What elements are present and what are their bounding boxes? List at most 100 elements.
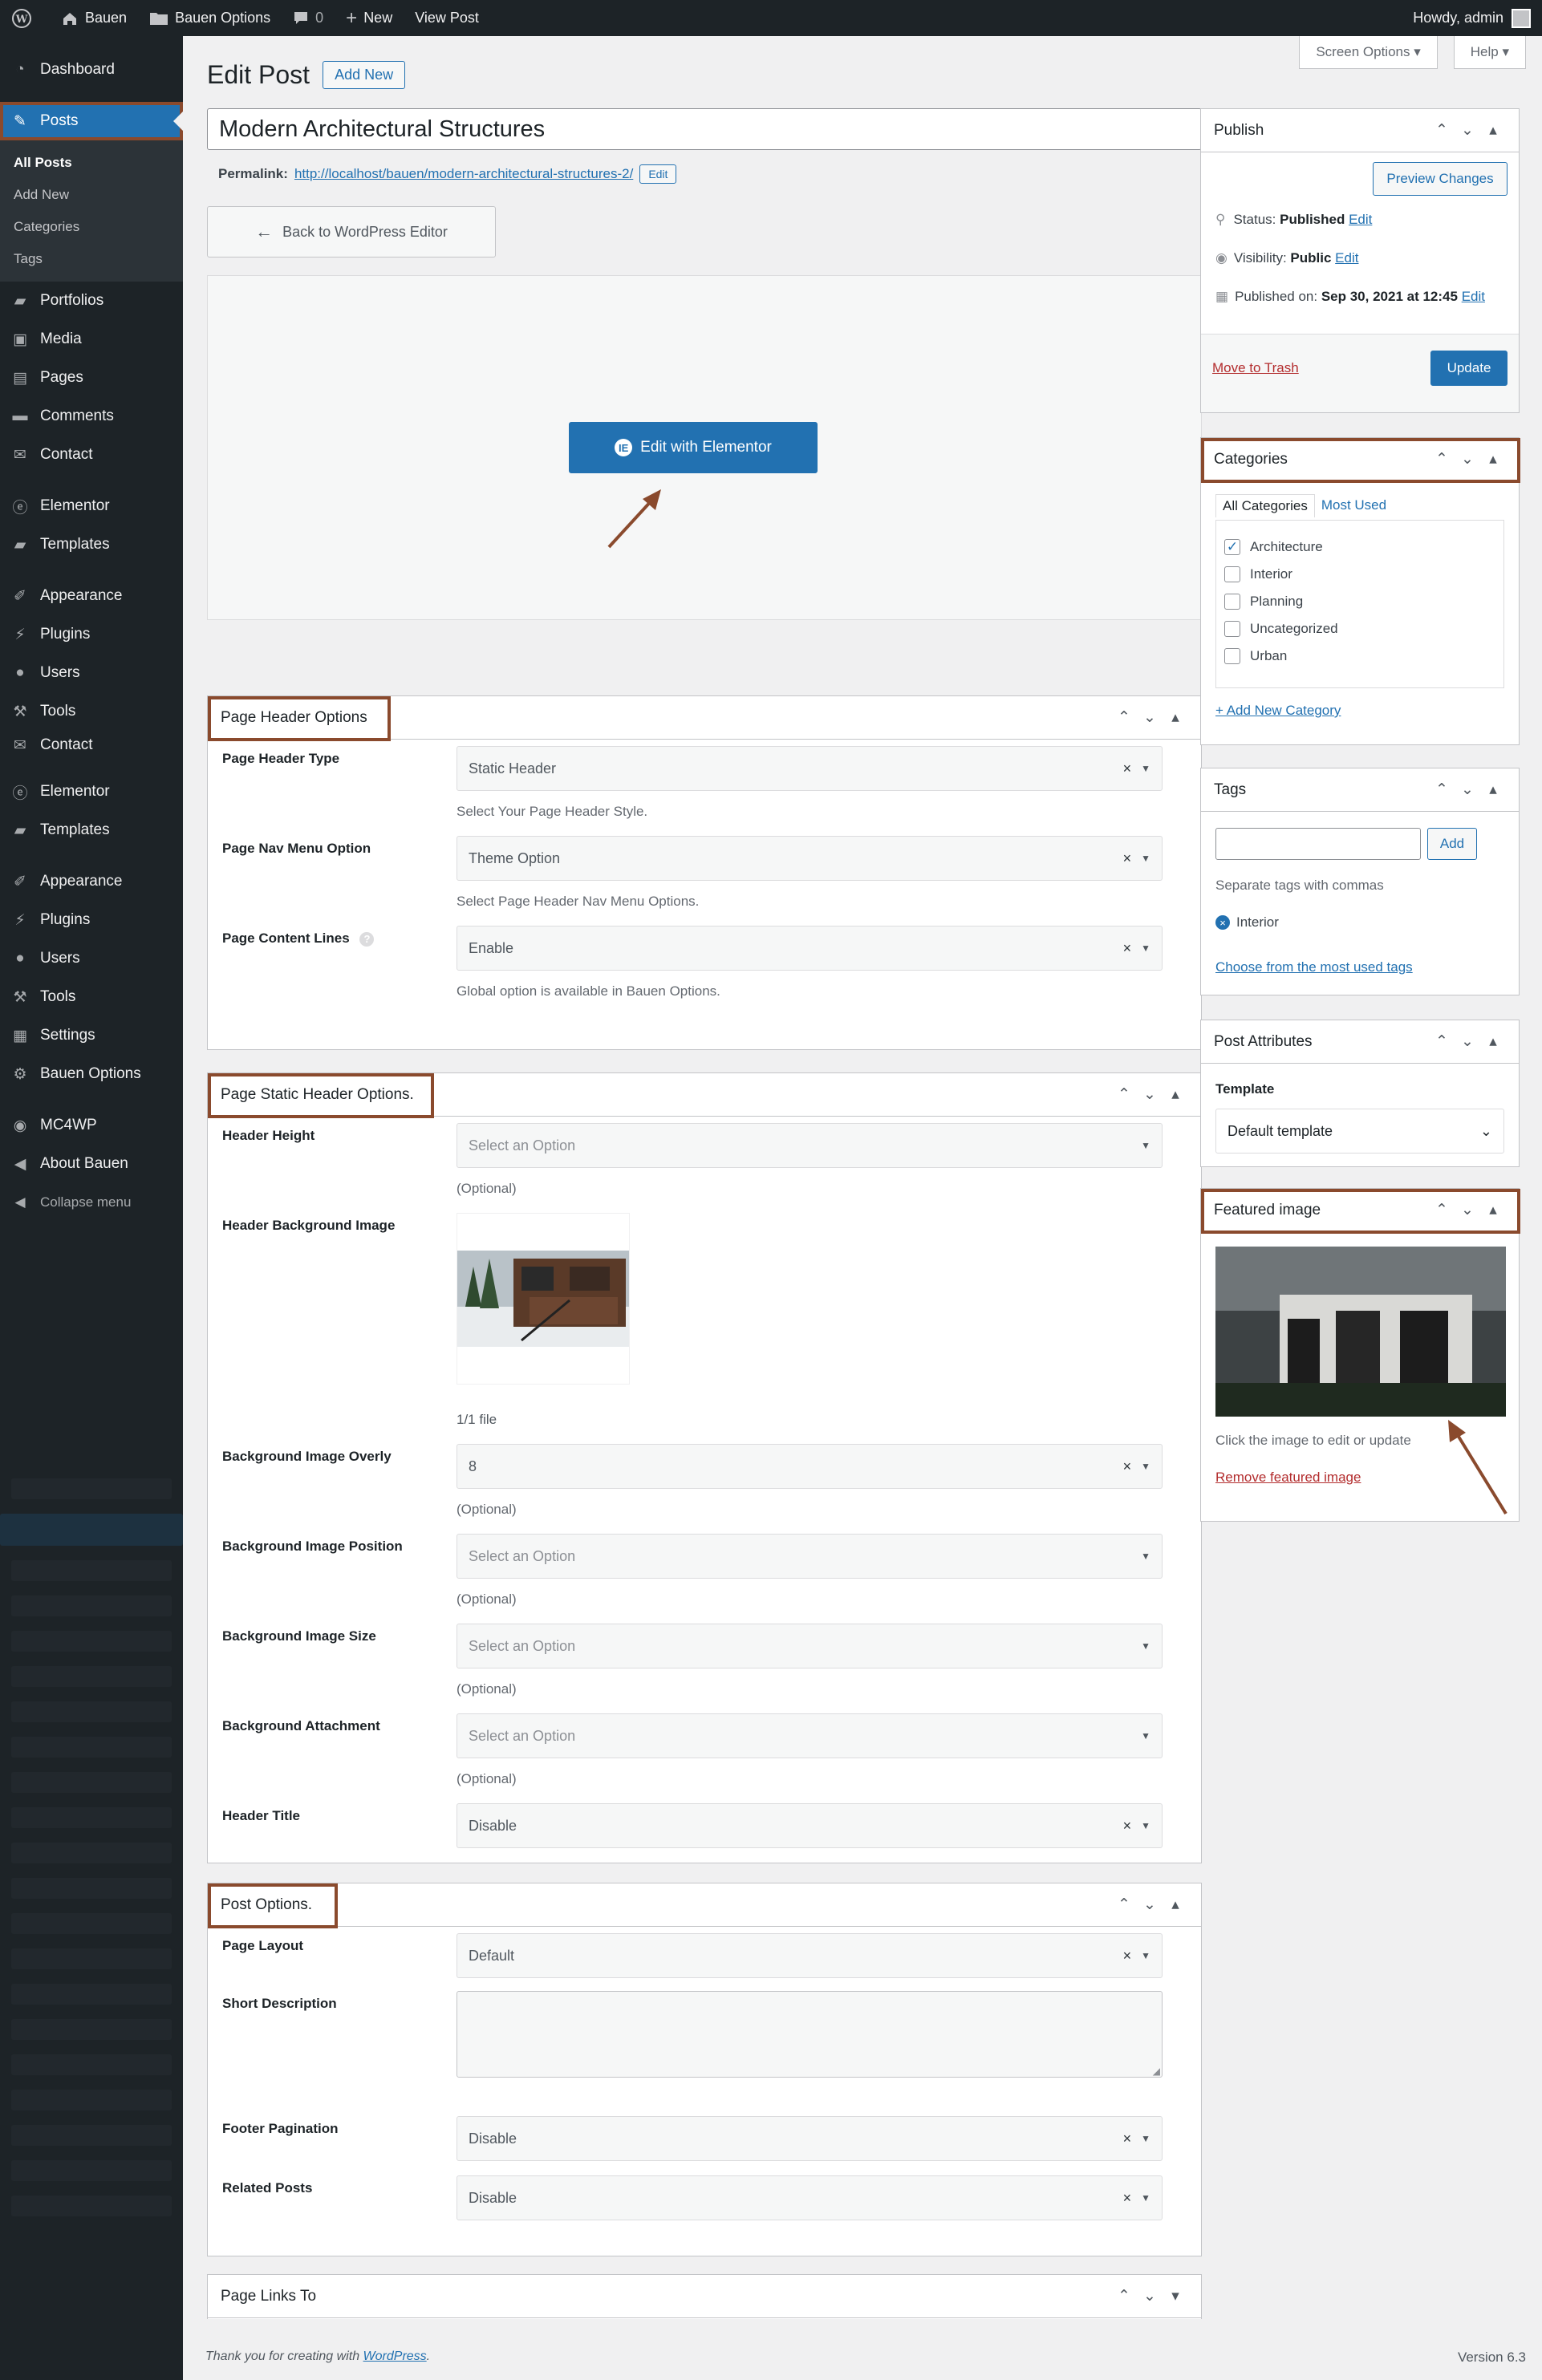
wordpress-link[interactable]: WordPress	[363, 2350, 427, 2363]
header-title-select[interactable]: Disable × ▼	[457, 1803, 1163, 1848]
sidebar-item-plugins[interactable]: ⚡ Plugins	[0, 615, 183, 654]
category-item-urban[interactable]: Urban	[1224, 643, 1495, 670]
category-item-uncategorized[interactable]: Uncategorized	[1224, 615, 1495, 643]
clear-icon[interactable]: ×	[1123, 2131, 1132, 2147]
tag-input[interactable]	[1215, 828, 1421, 860]
header-height-select[interactable]: Select an Option ▼	[457, 1123, 1163, 1168]
template-select[interactable]: Default template ⌄	[1215, 1109, 1504, 1154]
toggle-panel-icon[interactable]: ▴	[1480, 450, 1506, 468]
tab-most-used[interactable]: Most Used	[1315, 494, 1393, 517]
sidebar-item-appearance[interactable]: ✐ Appearance	[0, 577, 183, 615]
move-up-icon[interactable]: ⌃	[1111, 2287, 1137, 2305]
footer-pagination-select[interactable]: Disable × ▼	[457, 2116, 1163, 2161]
submenu-all-posts[interactable]: All Posts	[0, 147, 183, 179]
help-icon[interactable]: ?	[359, 932, 375, 947]
sidebar-item-appearance-2[interactable]: ✐ Appearance	[0, 862, 183, 901]
page-links-to-header[interactable]: Page Links To ⌃ ⌄ ▾	[208, 2275, 1201, 2318]
move-up-icon[interactable]: ⌃	[1429, 1201, 1455, 1219]
sidebar-item-bauen-options[interactable]: ⚙ Bauen Options	[0, 1055, 183, 1093]
clear-icon[interactable]: ×	[1123, 850, 1132, 867]
permalink-edit-button[interactable]: Edit	[639, 164, 677, 184]
remove-tag-icon[interactable]: ×	[1215, 915, 1230, 930]
permalink-url[interactable]: http://localhost/bauen/modern-architectu…	[294, 166, 633, 182]
move-up-icon[interactable]: ⌃	[1429, 450, 1455, 468]
move-up-icon[interactable]: ⌃	[1111, 1895, 1137, 1914]
bg-size-select[interactable]: Select an Option ▼	[457, 1624, 1163, 1668]
move-down-icon[interactable]: ⌄	[1455, 780, 1480, 799]
page-nav-menu-select[interactable]: Theme Option × ▼	[457, 836, 1163, 881]
sidebar-item-templates[interactable]: ▰ Templates	[0, 525, 183, 564]
toggle-panel-icon[interactable]: ▴	[1163, 1895, 1188, 1914]
back-to-editor-button[interactable]: ← Back to WordPress Editor	[207, 206, 496, 257]
theme-options-link[interactable]: Bauen Options	[138, 0, 282, 36]
submenu-tags[interactable]: Tags	[0, 243, 183, 275]
resize-handle-icon[interactable]: ◢	[1153, 2066, 1160, 2077]
sidebar-item-elementor[interactable]: ⓔ Elementor	[0, 487, 183, 525]
update-button[interactable]: Update	[1430, 351, 1508, 386]
move-up-icon[interactable]: ⌃	[1429, 780, 1455, 799]
comments-link[interactable]: 0	[282, 0, 335, 36]
bg-position-select[interactable]: Select an Option ▼	[457, 1534, 1163, 1579]
sidebar-item-about-bauen[interactable]: ◀ About Bauen	[0, 1145, 183, 1183]
sidebar-item-mc4wp[interactable]: ◉ MC4WP	[0, 1106, 183, 1145]
edit-with-elementor-button[interactable]: IE Edit with Elementor	[569, 422, 818, 473]
sidebar-item-contact-2[interactable]: ✉ Contact	[0, 731, 183, 760]
sidebar-item-tools-2[interactable]: ⚒ Tools	[0, 978, 183, 1016]
sidebar-item-templates-2[interactable]: ▰ Templates	[0, 811, 183, 849]
sidebar-item-comments[interactable]: ▬ Comments	[0, 397, 183, 436]
status-edit-link[interactable]: Edit	[1349, 212, 1372, 227]
move-down-icon[interactable]: ⌄	[1137, 1085, 1163, 1104]
toggle-panel-icon[interactable]: ▴	[1480, 1201, 1506, 1219]
remove-featured-image-link[interactable]: Remove featured image	[1215, 1470, 1361, 1486]
page-content-lines-select[interactable]: Enable × ▼	[457, 926, 1163, 971]
collapse-menu-button[interactable]: ◀ Collapse menu	[0, 1183, 183, 1222]
featured-image-thumbnail[interactable]	[1215, 1247, 1506, 1417]
move-down-icon[interactable]: ⌄	[1455, 450, 1480, 468]
move-down-icon[interactable]: ⌄	[1137, 1895, 1163, 1914]
sidebar-item-pages[interactable]: ▤ Pages	[0, 359, 183, 397]
help-button[interactable]: Help ▾	[1453, 36, 1526, 69]
move-up-icon[interactable]: ⌃	[1429, 121, 1455, 140]
tab-all-categories[interactable]: All Categories	[1215, 494, 1315, 517]
site-name-link[interactable]: Bauen	[50, 0, 138, 36]
toggle-panel-icon[interactable]: ▴	[1163, 1085, 1188, 1104]
checkbox[interactable]	[1224, 621, 1240, 637]
clear-icon[interactable]: ×	[1123, 1948, 1132, 1964]
header-bg-image-preview[interactable]	[457, 1213, 630, 1385]
sidebar-item-elementor-2[interactable]: ⓔ Elementor	[0, 772, 183, 811]
my-account[interactable]: Howdy, admin	[1413, 8, 1542, 28]
sidebar-item-users-2[interactable]: ● Users	[0, 939, 183, 978]
page-layout-select[interactable]: Default × ▼	[457, 1933, 1163, 1978]
published-edit-link[interactable]: Edit	[1462, 289, 1485, 304]
category-item-planning[interactable]: Planning	[1224, 588, 1495, 615]
add-tag-button[interactable]: Add	[1427, 828, 1477, 860]
sidebar-item-contact[interactable]: ✉ Contact	[0, 436, 183, 474]
sidebar-item-users[interactable]: ● Users	[0, 654, 183, 692]
screen-options-button[interactable]: Screen Options ▾	[1299, 36, 1438, 69]
move-down-icon[interactable]: ⌄	[1455, 1032, 1480, 1051]
checkbox[interactable]	[1224, 566, 1240, 582]
page-header-type-select[interactable]: Static Header × ▼	[457, 746, 1163, 791]
sidebar-item-dashboard[interactable]: ◔ Dashboard	[0, 51, 183, 89]
toggle-panel-icon[interactable]: ▴	[1480, 1032, 1506, 1051]
move-to-trash-link[interactable]: Move to Trash	[1212, 360, 1299, 376]
clear-icon[interactable]: ×	[1123, 1818, 1132, 1835]
sidebar-item-portfolios[interactable]: ▰ Portfolios	[0, 282, 183, 320]
checkbox[interactable]	[1224, 594, 1240, 610]
toggle-panel-icon[interactable]: ▾	[1163, 2287, 1188, 2305]
visibility-edit-link[interactable]: Edit	[1335, 250, 1358, 266]
checkbox-checked[interactable]: ✓	[1224, 539, 1240, 555]
wp-logo-button[interactable]: W	[0, 0, 50, 36]
move-down-icon[interactable]: ⌄	[1455, 121, 1480, 140]
related-posts-select[interactable]: Disable × ▼	[457, 2175, 1163, 2220]
post-title-input[interactable]: Modern Architectural Structures	[207, 108, 1202, 150]
sidebar-item-tools[interactable]: ⚒ Tools	[0, 692, 183, 731]
toggle-panel-icon[interactable]: ▴	[1163, 708, 1188, 727]
move-down-icon[interactable]: ⌄	[1137, 2287, 1163, 2305]
sidebar-item-plugins-2[interactable]: ⚡ Plugins	[0, 901, 183, 939]
submenu-categories[interactable]: Categories	[0, 211, 183, 243]
category-item-architecture[interactable]: ✓ Architecture	[1224, 533, 1495, 561]
choose-tags-link[interactable]: Choose from the most used tags	[1215, 959, 1413, 975]
view-post-link[interactable]: View Post	[404, 0, 490, 36]
move-down-icon[interactable]: ⌄	[1137, 708, 1163, 727]
